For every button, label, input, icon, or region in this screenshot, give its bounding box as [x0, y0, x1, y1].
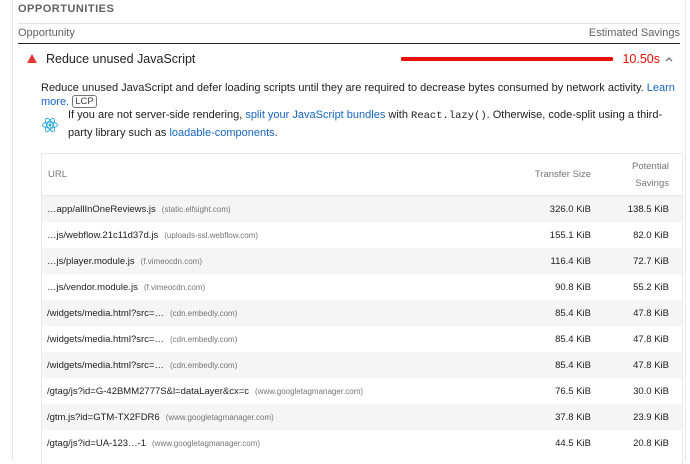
stack-note-text: . [274, 127, 278, 139]
stack-pack-note: If you are not server-side rendering, sp… [68, 107, 678, 142]
audit-description: Reduce unused JavaScript and defer loadi… [41, 81, 681, 109]
transfer-size-cell: 326.0 KiB [512, 195, 604, 222]
url-cell: /widgets/media.html?src=… (cdn.embedly.co… [42, 300, 512, 326]
table-row: /gtm.js?id=GTM-TX2FDR6 (www.googletagmana… [42, 404, 682, 430]
url-cell: /widgets/media.html?src=… (cdn.embedly.co… [42, 326, 512, 352]
url-cell: …js/webflow.21c11d37d.js (uploads-ssl.web… [42, 222, 512, 248]
url-host: (cdn.embedly.com) [169, 308, 238, 318]
transfer-size-cell: 155.1 KiB [549, 229, 591, 241]
transfer-size-cell: 116.4 KiB [512, 248, 604, 274]
potential-savings-cell: 30.0 KiB [633, 385, 669, 397]
stack-note-text: If you are not server-side rendering, [68, 109, 246, 121]
url-cell: /gtm.js?id=GTM-TX2FDR6 (www.googletagmana… [42, 404, 512, 430]
transfer-size-cell: 90.8 KiB [555, 281, 591, 293]
potential-savings-cell: 55.2 KiB [633, 281, 669, 293]
url-host: (uploads-ssl.webflow.com) [164, 230, 259, 240]
section-title: Opportunities [18, 3, 115, 15]
url-cell: /gtag/js?id=G-42BMM2777S&l=dataLayer&cx=… [42, 378, 512, 404]
url-host: (static.elfsight.com) [161, 204, 231, 214]
fail-triangle-icon [27, 54, 37, 63]
potential-label: Potential [632, 160, 669, 172]
opportunity-column-header: Opportunity [18, 27, 75, 39]
url-path[interactable]: …js/vendor.module.js [47, 282, 138, 293]
url-cell: …app/allInOneReviews.js (static.elfsight.… [42, 195, 512, 222]
url-path[interactable]: …app/allInOneReviews.js [47, 204, 156, 215]
url-path[interactable]: /widgets/media.html?src=… [47, 308, 164, 319]
potential-savings-cell: 138.5 KiB [604, 195, 682, 222]
table-header-row: URL Transfer Size Potential Savings [42, 154, 682, 196]
transfer-size-cell: 44.5 KiB [555, 437, 591, 449]
estimated-savings-column-header: Estimated Savings [588, 27, 680, 39]
audit-title: Reduce unused JavaScript [46, 52, 196, 66]
table-row: /widgets/media.html?src=… (cdn.embedly.co… [42, 326, 682, 352]
potential-savings-cell: 47.8 KiB [633, 333, 669, 345]
divider [18, 23, 680, 24]
potential-savings-cell: 82.0 KiB [633, 229, 669, 241]
savings-bar [401, 57, 613, 61]
table-row: /widgets/media.html?src=… (cdn.embedly.co… [42, 352, 682, 378]
split-bundles-link[interactable]: split your JavaScript bundles [245, 109, 385, 121]
url-cell: …js/vendor.module.js (f.vimeocdn.com) [42, 274, 512, 300]
url-column-header: URL [42, 154, 512, 196]
potential-savings-column-header: Potential Savings [604, 154, 682, 196]
table-row: …js/vendor.module.js (f.vimeocdn.com) 90.8… [42, 274, 682, 300]
url-host: (cdn.embedly.com) [169, 360, 238, 370]
details-table: URL Transfer Size Potential Savings …app/… [41, 153, 683, 464]
url-host: (www.googletagmanager.com) [165, 412, 274, 422]
table-row: /gtag/js?id=UA-123…-1 (www.googletagmanag… [42, 430, 682, 456]
stack-note-text: with [385, 109, 412, 121]
potential-savings-cell: 23.9 KiB [604, 404, 682, 430]
url-host: (f.vimeocdn.com) [140, 256, 203, 266]
url-path[interactable]: /gtm.js?id=GTM-TX2FDR6 [47, 412, 160, 423]
react-lazy-code: React.lazy() [411, 110, 487, 122]
url-host: (cdn.embedly.com) [169, 334, 238, 344]
url-host: (www.googletagmanager.com) [152, 438, 261, 448]
react-icon [42, 117, 58, 133]
audit-summary-toggle[interactable]: Reduce unused JavaScript 10.50s [18, 44, 680, 74]
loadable-components-link[interactable]: loadable-components [169, 127, 274, 139]
url-cell: /gtag/js?id=UA-123…-1 (www.googletagmanag… [42, 430, 512, 456]
potential-savings-cell: 47.8 KiB [604, 300, 682, 326]
potential-savings-cell: 47.8 KiB [604, 352, 682, 378]
transfer-size-cell: 85.4 KiB [555, 333, 591, 345]
transfer-size-column-header: Transfer Size [512, 154, 604, 196]
url-path[interactable]: …js/player.module.js [47, 256, 135, 267]
url-host: (www.googletagmanager.com) [255, 386, 364, 396]
url-cell: /widgets/media.html?src=… (cdn.embedly.co… [42, 352, 512, 378]
url-cell: …js/player.module.js (f.vimeocdn.com) [42, 248, 512, 274]
table-row: …app/allInOneReviews.js (static.elfsight.… [42, 195, 682, 222]
url-path[interactable]: /gtag/js?id=UA-123…-1 [47, 438, 146, 449]
transfer-size-cell: 85.4 KiB [512, 300, 604, 326]
panel-left-border [12, 0, 13, 461]
transfer-size-cell: 76.5 KiB [555, 385, 591, 397]
url-path[interactable]: /gtag/js?id=G-42BMM2777S&l=dataLayer&cx=… [47, 386, 249, 397]
url-path[interactable]: …js/webflow.21c11d37d.js [47, 230, 158, 241]
potential-savings-cell: 72.7 KiB [604, 248, 682, 274]
description-text: Reduce unused JavaScript and defer loadi… [41, 82, 644, 94]
table-row: …js/player.module.js (f.vimeocdn.com) 116.… [42, 248, 682, 274]
table-row: /gtag/js?id=G-42BMM2777S&l=dataLayer&cx=… [42, 378, 682, 404]
table-row: …js/webflow.21c11d37d.js (uploads-ssl.web… [42, 222, 682, 248]
savings-value: 10.50s [622, 52, 660, 66]
panel-right-border [685, 0, 686, 461]
chevron-up-icon[interactable] [664, 54, 674, 64]
url-host: (f.vimeocdn.com) [143, 282, 206, 292]
table-row: /widgets/media.html?src=… (cdn.embedly.co… [42, 300, 682, 326]
url-path[interactable]: /widgets/media.html?src=… [47, 334, 164, 345]
transfer-size-cell: 37.8 KiB [512, 404, 604, 430]
transfer-size-cell: 85.4 KiB [512, 352, 604, 378]
url-path[interactable]: /widgets/media.html?src=… [47, 360, 164, 371]
savings-label: Savings [635, 177, 669, 189]
potential-savings-cell: 20.8 KiB [633, 437, 669, 449]
